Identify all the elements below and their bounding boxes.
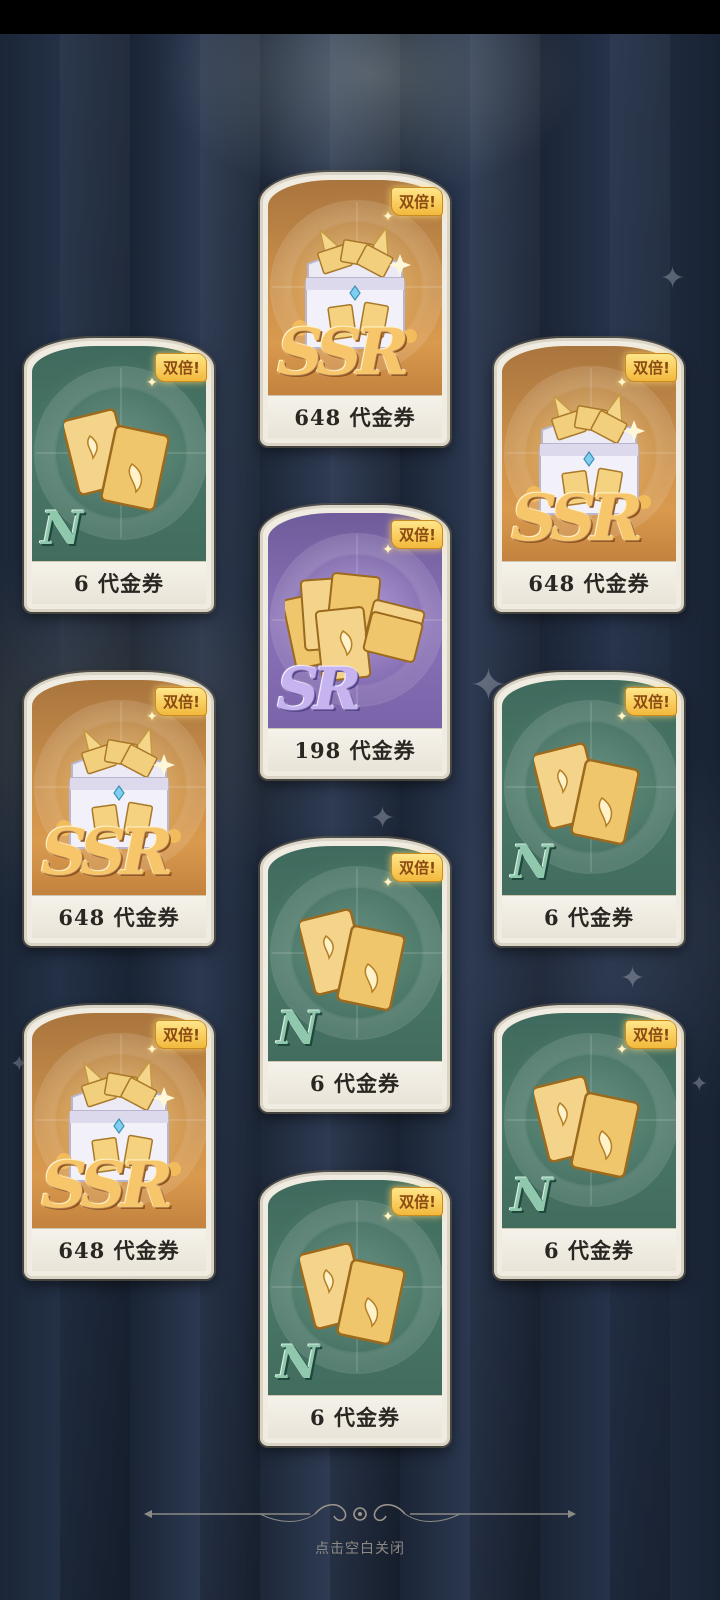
reward-amount-label: 198 代金券 bbox=[268, 728, 442, 771]
double-badge: 双倍! ✦ ✦ bbox=[616, 1011, 681, 1058]
divider-ornament-icon bbox=[144, 1503, 576, 1522]
double-badge: 双倍! ✦ ✦ bbox=[382, 844, 447, 891]
sparkle-icon: ✦ bbox=[370, 801, 396, 836]
double-badge-text: 双倍! bbox=[163, 693, 200, 711]
sparkle-icon: ✦ bbox=[382, 209, 394, 225]
double-badge-text: 双倍! bbox=[399, 193, 436, 211]
double-badge-text: 双倍! bbox=[399, 859, 436, 877]
reward-card-ssr[interactable]: SSR 648 代金券 双倍! ✦ ✦ bbox=[24, 1005, 214, 1279]
reward-card-n[interactable]: N 6 代金券 双倍! ✦ ✦ bbox=[494, 672, 684, 946]
double-badge: 双倍! ✦ ✦ bbox=[616, 344, 681, 391]
double-badge: 双倍! ✦ ✦ bbox=[616, 678, 681, 725]
double-badge-text: 双倍! bbox=[163, 359, 200, 377]
reward-amount-label: 6 代金券 bbox=[502, 1228, 676, 1271]
rarity-label: SR bbox=[277, 655, 361, 723]
sparkle-icon: ✦ bbox=[382, 1209, 394, 1225]
reward-card-n[interactable]: N 6 代金券 双倍! ✦ ✦ bbox=[260, 1172, 450, 1446]
reward-amount-label: 648 代金券 bbox=[502, 561, 676, 604]
reward-card-n[interactable]: N 6 代金券 双倍! ✦ ✦ bbox=[260, 838, 450, 1112]
sparkle-icon: ✦ bbox=[146, 1042, 158, 1058]
reward-card-ssr[interactable]: SSR 648 代金券 双倍! ✦ ✦ bbox=[24, 672, 214, 946]
status-bar bbox=[0, 0, 720, 34]
rarity-label: N bbox=[511, 1168, 554, 1222]
double-badge: 双倍! ✦ ✦ bbox=[382, 178, 447, 225]
sparkle-icon: ✦ bbox=[382, 542, 394, 558]
sparkle-icon: ✦ bbox=[660, 261, 686, 296]
rarity-label: SSR bbox=[41, 815, 173, 890]
reward-card-ssr[interactable]: SSR 648 代金券 双倍! ✦ ✦ bbox=[494, 338, 684, 612]
sparkle-icon: ✦ bbox=[616, 375, 628, 391]
reward-card-n[interactable]: N 6 代金券 双倍! ✦ ✦ bbox=[494, 1005, 684, 1279]
sparkle-icon: ✦ bbox=[382, 875, 394, 891]
reward-amount-label: 648 代金券 bbox=[32, 895, 206, 938]
sparkle-icon: ✦ bbox=[146, 375, 158, 391]
reward-card-n[interactable]: N 6 代金券 双倍! ✦ ✦ bbox=[24, 338, 214, 612]
close-hint-area[interactable]: 点击空白关闭 bbox=[0, 1500, 720, 1580]
reward-amount-label: 6 代金券 bbox=[32, 561, 206, 604]
rarity-label: SSR bbox=[277, 315, 409, 390]
double-badge: 双倍! ✦ ✦ bbox=[146, 1011, 211, 1058]
double-badge-text: 双倍! bbox=[399, 526, 436, 544]
sparkle-icon: ✦ bbox=[616, 1042, 628, 1058]
double-badge-text: 双倍! bbox=[633, 693, 670, 711]
reward-amount-label: 648 代金券 bbox=[32, 1228, 206, 1271]
double-badge-text: 双倍! bbox=[399, 1193, 436, 1211]
reward-amount-label: 648 代金券 bbox=[268, 395, 442, 438]
double-badge-text: 双倍! bbox=[633, 1026, 670, 1044]
rarity-label: SSR bbox=[41, 1148, 173, 1223]
sparkle-icon: ✦ bbox=[616, 709, 628, 725]
reward-card-sr[interactable]: SR 198 代金券 双倍! ✦ ✦ bbox=[260, 505, 450, 779]
sparkle-icon: ✦ bbox=[620, 961, 646, 996]
double-badge-text: 双倍! bbox=[633, 359, 670, 377]
reward-amount-label: 6 代金券 bbox=[268, 1395, 442, 1438]
close-hint-text[interactable]: 点击空白关闭 bbox=[0, 1538, 720, 1558]
rarity-label: SSR bbox=[511, 481, 643, 556]
rarity-label: N bbox=[277, 1001, 320, 1055]
double-badge: 双倍! ✦ ✦ bbox=[382, 1178, 447, 1225]
reward-amount-label: 6 代金券 bbox=[502, 895, 676, 938]
double-badge: 双倍! ✦ ✦ bbox=[146, 344, 211, 391]
double-badge: 双倍! ✦ ✦ bbox=[146, 678, 211, 725]
rarity-label: N bbox=[511, 835, 554, 889]
reward-card-ssr[interactable]: SSR 648 代金券 双倍! ✦ ✦ bbox=[260, 172, 450, 446]
rarity-label: N bbox=[41, 501, 84, 555]
sparkle-icon: ✦ bbox=[690, 1072, 709, 1097]
double-badge: 双倍! ✦ ✦ bbox=[382, 511, 447, 558]
sparkle-icon: ✦ bbox=[146, 709, 158, 725]
double-badge-text: 双倍! bbox=[163, 1026, 200, 1044]
reward-amount-label: 6 代金券 bbox=[268, 1061, 442, 1104]
rarity-label: N bbox=[277, 1335, 320, 1389]
